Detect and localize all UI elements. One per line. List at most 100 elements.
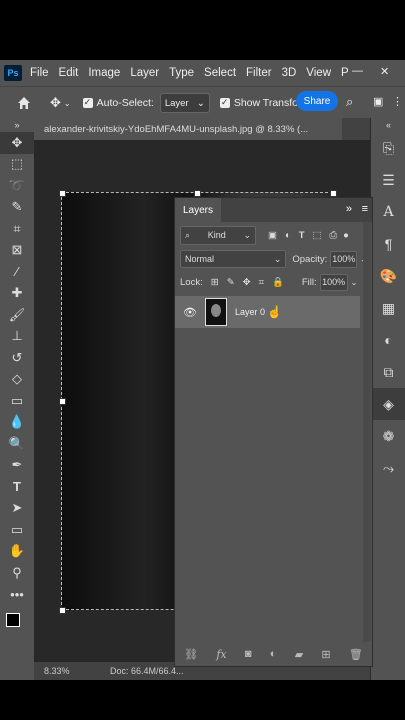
libraries-icon[interactable]: ⎘	[371, 132, 405, 164]
hand-tool-icon[interactable]: ✋	[0, 541, 34, 563]
menu-select[interactable]: Select	[204, 67, 236, 79]
healing-brush-icon[interactable]: ✚	[0, 283, 34, 305]
foreground-color[interactable]	[6, 613, 20, 627]
auto-select-checkbox[interactable]	[82, 97, 93, 108]
transform-handle[interactable]	[59, 190, 66, 197]
color-icon[interactable]: 🎨	[371, 260, 405, 292]
more-icon[interactable]: ⋮	[392, 95, 403, 108]
menu-view[interactable]: View	[306, 67, 331, 79]
home-icon[interactable]	[16, 95, 32, 111]
history-icon[interactable]: ⧉	[371, 356, 405, 388]
adjustments-icon[interactable]: ☰	[371, 164, 405, 196]
eraser-tool-icon[interactable]: ◇	[0, 369, 34, 391]
marquee-tool-icon[interactable]: ⬚	[0, 154, 34, 176]
lock-transparent-icon[interactable]: ⊞	[211, 277, 219, 288]
lock-all-icon[interactable]: 🔒	[272, 277, 284, 288]
dodge-tool-icon[interactable]: 🔍	[0, 433, 34, 455]
link-layers-icon[interactable]: ⛓	[184, 648, 198, 661]
blur-tool-icon[interactable]: 💧	[0, 412, 34, 434]
fill-input[interactable]: 100%	[319, 273, 348, 291]
close-icon[interactable]: ✕	[380, 65, 389, 78]
clone-stamp-icon[interactable]: ⊥	[0, 326, 34, 348]
minimize-icon[interactable]: —	[352, 65, 363, 77]
eyedropper-tool-icon[interactable]: ⁄	[0, 261, 34, 283]
crop-tool-icon[interactable]: ⌗	[0, 218, 34, 240]
kind-filter-dropdown[interactable]: ⌕ Kind ⌄	[180, 225, 256, 245]
workspace-icon[interactable]: ▣	[373, 95, 383, 108]
transform-handle[interactable]	[330, 190, 337, 197]
adjustment-layer-icon[interactable]: ◐	[270, 648, 277, 660]
visibility-eye-icon[interactable]: 👁	[183, 306, 197, 319]
rectangle-tool-icon[interactable]: ▭	[0, 519, 34, 541]
menu-type[interactable]: Type	[169, 67, 194, 79]
blend-mode-dropdown[interactable]: Normal ⌄	[180, 250, 287, 268]
lock-position-icon[interactable]: ✥	[243, 277, 251, 288]
quick-select-tool-icon[interactable]: ✎	[0, 197, 34, 219]
zoom-level[interactable]: 8.33%	[44, 666, 100, 676]
lock-artboard-icon[interactable]: ⌗	[259, 277, 264, 288]
move-tool-icon[interactable]: ✥	[0, 132, 34, 154]
filter-toggle-icon[interactable]: ●	[343, 230, 349, 241]
history-brush-icon[interactable]: ↺	[0, 347, 34, 369]
fx-icon[interactable]: fx	[216, 648, 226, 661]
new-group-icon[interactable]: ▰	[295, 648, 303, 661]
transform-handle[interactable]	[59, 398, 66, 405]
layers-tab[interactable]: Layers	[175, 198, 222, 222]
layer-row[interactable]: 👁 Layer 0 ☝	[175, 296, 360, 328]
menu-filter[interactable]: Filter	[246, 67, 272, 79]
document-title: alexander-krivitskiy-YdoEhMFA4MU-unsplas…	[44, 123, 309, 135]
menu-edit[interactable]: Edit	[59, 67, 79, 79]
properties-icon[interactable]: ◐	[371, 324, 405, 356]
add-mask-icon[interactable]: ◙	[245, 648, 252, 660]
type-filter-icon[interactable]: T	[299, 230, 305, 241]
opacity-input[interactable]: 100%	[330, 250, 358, 268]
menu-plugins[interactable]: P	[341, 67, 349, 79]
transform-handle[interactable]	[194, 190, 201, 197]
menu-3d[interactable]: 3D	[282, 67, 297, 79]
layers-panel-header: Layers » ≡	[175, 198, 372, 222]
swatches-icon[interactable]: ▦	[371, 292, 405, 324]
document-tab[interactable]: alexander-krivitskiy-YdoEhMFA4MU-unsplas…	[34, 118, 342, 140]
shape-filter-icon[interactable]: ⬚	[313, 230, 322, 241]
layers-icon[interactable]: ◈	[371, 388, 405, 420]
paragraph-icon[interactable]: ¶	[371, 228, 405, 260]
lasso-tool-icon[interactable]: ➰	[0, 175, 34, 197]
chevron-down-icon[interactable]: ⌄	[351, 278, 358, 287]
search-icon[interactable]: ⌕	[346, 94, 353, 110]
panel-scrollbar[interactable]	[363, 222, 371, 642]
layer-name[interactable]: Layer 0	[235, 307, 265, 317]
new-layer-icon[interactable]: ⊞	[321, 648, 330, 661]
channels-icon[interactable]: ❁	[371, 420, 405, 452]
panel-menu-icon[interactable]: ≡	[362, 203, 368, 215]
menu-file[interactable]: File	[30, 67, 49, 79]
brush-tool-icon[interactable]: 🖌	[0, 304, 34, 326]
collapse-icon[interactable]: »	[0, 118, 34, 132]
paths-icon[interactable]: ⤳	[371, 452, 405, 484]
show-transform-checkbox[interactable]	[219, 97, 230, 108]
menu-layer[interactable]: Layer	[130, 67, 159, 79]
move-tool-icon[interactable]: ✥	[50, 95, 61, 111]
path-select-icon[interactable]: ➤	[0, 498, 34, 520]
adjustment-filter-icon[interactable]: ◐	[285, 230, 291, 241]
menu-image[interactable]: Image	[88, 67, 120, 79]
zoom-tool-icon[interactable]: ⚲	[0, 562, 34, 584]
auto-select-dropdown[interactable]: Layer ⌄	[159, 93, 210, 113]
delete-layer-icon[interactable]: 🗑	[349, 648, 363, 661]
character-icon[interactable]: A	[371, 196, 405, 228]
layers-title: Layers	[183, 204, 214, 216]
smart-object-filter-icon[interactable]: ⎙	[330, 230, 338, 241]
share-button[interactable]: Share	[296, 91, 338, 111]
type-tool-icon[interactable]: T	[0, 476, 34, 498]
pixel-filter-icon[interactable]: ▣	[268, 230, 277, 241]
more-tools-icon[interactable]: •••	[0, 584, 34, 606]
collapse-icon[interactable]: «	[371, 118, 405, 132]
collapse-panel-icon[interactable]: »	[346, 203, 352, 215]
chevron-down-icon[interactable]: ⌄	[64, 99, 71, 108]
gradient-tool-icon[interactable]: ▭	[0, 390, 34, 412]
lock-pixels-icon[interactable]: ✎	[227, 277, 235, 288]
pen-tool-icon[interactable]: ✒	[0, 455, 34, 477]
transform-handle[interactable]	[59, 607, 66, 614]
frame-tool-icon[interactable]: ⊠	[0, 240, 34, 262]
color-swatches[interactable]	[0, 605, 34, 645]
auto-select-option[interactable]: Auto-Select:	[82, 97, 154, 109]
